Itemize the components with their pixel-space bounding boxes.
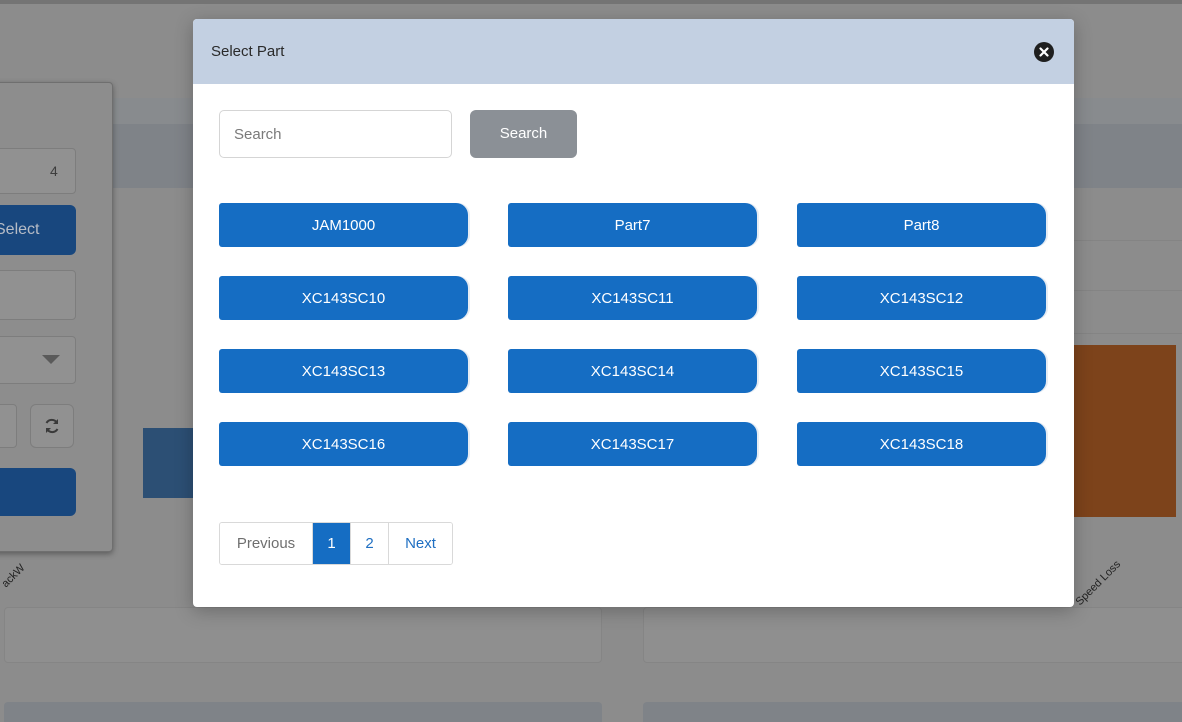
bg-row-line — [1074, 240, 1182, 241]
refresh-icon — [45, 418, 59, 434]
bg-chevron-down-icon — [42, 355, 60, 364]
bg-axis-label-left: ackW — [0, 562, 28, 590]
bg-card-header-bottom-right — [643, 702, 1182, 722]
bg-row-line — [1074, 290, 1182, 291]
bg-dropdown — [0, 336, 76, 384]
parts-grid: JAM1000 Part7 Part8 XC143SC10 XC143SC11 … — [219, 203, 1046, 466]
bg-refresh-button — [30, 404, 74, 448]
bg-select-button: Select — [0, 205, 76, 255]
bg-small-button — [0, 404, 17, 448]
bg-chart-bar-blue — [143, 428, 195, 498]
bg-number-input: ⁦4 — [0, 148, 76, 194]
bg-axis-label-right: Speed Loss — [1073, 558, 1124, 608]
part-button[interactable]: XC143SC16 — [219, 422, 468, 466]
part-button[interactable]: XC143SC13 — [219, 349, 468, 393]
pagination-next[interactable]: Next — [389, 523, 452, 564]
search-row: Search — [219, 110, 577, 158]
part-button[interactable]: XC143SC12 — [797, 276, 1046, 320]
pagination-page-1[interactable]: 1 — [313, 523, 351, 564]
select-part-modal: Select Part Search JAM1000 Part7 Part8 X… — [193, 19, 1074, 607]
bg-row-line — [1074, 333, 1182, 334]
pagination-page-2[interactable]: 2 — [351, 523, 389, 564]
part-button[interactable]: XC143SC18 — [797, 422, 1046, 466]
bg-filter-panel: ⁦4 Select — [0, 82, 113, 552]
bg-top-strip — [0, 0, 1182, 4]
modal-header: Select Part — [193, 19, 1074, 84]
part-button[interactable]: Part8 — [797, 203, 1046, 247]
part-button[interactable]: XC143SC10 — [219, 276, 468, 320]
pagination-previous[interactable]: Previous — [220, 523, 313, 564]
pagination: Previous 1 2 Next — [219, 522, 453, 565]
part-button[interactable]: Part7 — [508, 203, 757, 247]
bg-apply-button — [0, 468, 76, 516]
bg-text-input — [0, 270, 76, 320]
close-button[interactable] — [1034, 41, 1054, 62]
part-button[interactable]: XC143SC17 — [508, 422, 757, 466]
bg-chart-bar-orange — [1072, 345, 1176, 517]
part-button[interactable]: XC143SC14 — [508, 349, 757, 393]
bg-card-header-right — [1074, 124, 1182, 188]
close-icon — [1039, 46, 1049, 57]
bg-card-header-bottom-left — [4, 702, 602, 722]
part-button[interactable]: JAM1000 — [219, 203, 468, 247]
part-button[interactable]: XC143SC11 — [508, 276, 757, 320]
bg-card-right-bottom — [643, 607, 1182, 663]
part-button[interactable]: XC143SC15 — [797, 349, 1046, 393]
bg-card-left-bottom — [4, 607, 602, 663]
search-button[interactable]: Search — [470, 110, 577, 158]
modal-title: Select Part — [211, 43, 285, 60]
search-input[interactable] — [219, 110, 452, 158]
